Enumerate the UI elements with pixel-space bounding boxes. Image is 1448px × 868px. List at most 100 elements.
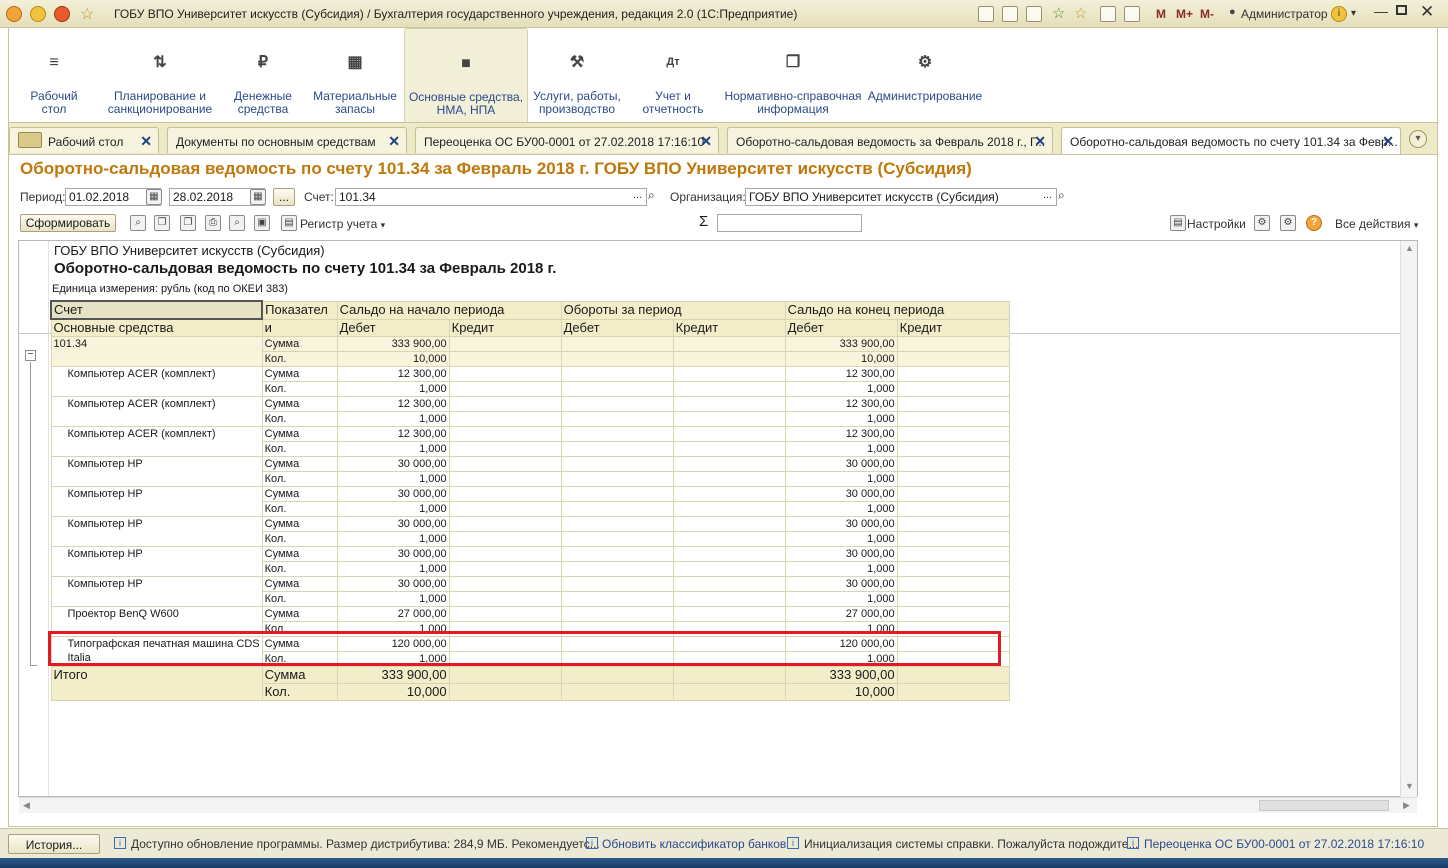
close-tab-icon[interactable]: ✕ (1034, 133, 1046, 150)
section-inventory[interactable]: ▦ Материальные запасы (309, 28, 401, 122)
tab-revaluation[interactable]: Переоценка ОС БУ00-0001 от 27.02.2018 17… (415, 127, 719, 153)
closing-credit (896, 471, 1010, 487)
tab-label: Документы по основным средствам (176, 135, 376, 149)
settings-button[interactable]: Настройки (1187, 217, 1246, 231)
menu-icon: ≡ (49, 54, 59, 71)
section-fixed-assets[interactable]: ■ Основные средства, НМА, НПА (404, 28, 528, 122)
opening-debit: 12 300,00 (336, 366, 450, 382)
turnover-debit (560, 546, 674, 562)
favorite-star-icon[interactable]: ☆ (80, 4, 94, 24)
calendar-icon[interactable]: ▦ (250, 189, 266, 205)
calendar-icon[interactable] (1124, 6, 1140, 22)
all-actions-dropdown[interactable]: Все действия ▾ (1335, 217, 1418, 231)
tab-account-trial-balance[interactable]: Оборотно-сальдовая ведомость по счету 10… (1061, 127, 1401, 155)
indicator-sum: Сумма (261, 666, 338, 684)
section-label: Рабочий стол (30, 89, 78, 116)
section-admin[interactable]: ⚙ Администрирование (867, 28, 983, 122)
table-row[interactable]: Компьютер HP Сумма 30 000,00 30 000,00 (50, 486, 1010, 517)
load-settings-icon[interactable]: ⚙ (1254, 215, 1270, 231)
maximize-icon[interactable] (1396, 5, 1407, 15)
tab-desktop[interactable]: Рабочий стол ✕ (9, 127, 159, 153)
register-dropdown[interactable]: Регистр учета ▾ (300, 217, 385, 231)
section-services[interactable]: ⚒ Услуги, работы, производство (529, 28, 625, 122)
copy-icon[interactable]: ❐ (154, 215, 170, 231)
table-row[interactable]: Компьютер HP Сумма 30 000,00 30 000,00 (50, 456, 1010, 487)
expand-icon[interactable]: ❐ (180, 215, 196, 231)
save-icon[interactable]: ▣ (254, 215, 270, 231)
account-select-icon[interactable]: ... (633, 189, 642, 201)
help-icon[interactable]: ? (1306, 215, 1322, 231)
collapse-group-icon[interactable]: − (25, 350, 36, 361)
scroll-left-icon[interactable]: ◀ (23, 800, 30, 811)
history-icon[interactable] (54, 6, 70, 22)
header-credit: Кредит (896, 318, 1010, 337)
organization-input[interactable]: ГОБУ ВПО Университет искусств (Субсидия) (745, 188, 1057, 206)
close-tab-icon[interactable]: ✕ (700, 133, 712, 150)
section-accounting[interactable]: Дт Учет и отчетность (637, 28, 709, 122)
closing-debit: 1,000 (784, 381, 898, 397)
period-select-button[interactable]: ... (273, 188, 295, 206)
account-input[interactable]: 101.34 (335, 188, 647, 206)
scroll-up-icon[interactable]: ▲ (1405, 243, 1414, 253)
table-row[interactable]: Проектор BenQ W600 Сумма 27 000,00 27 000,0… (50, 606, 1010, 637)
menu-dropdown-icon[interactable] (30, 6, 46, 22)
tab-trial-balance[interactable]: Оборотно-сальдовая ведомость за Февраль … (727, 127, 1053, 153)
app-logo-icon[interactable] (6, 6, 22, 22)
history-button[interactable]: История... (8, 834, 100, 854)
close-window-icon[interactable]: ✕ (1420, 2, 1434, 22)
turnover-debit (560, 516, 674, 532)
closing-debit: 10,000 (784, 351, 898, 367)
table-row[interactable]: Компьютер HP Сумма 30 000,00 30 000,00 (50, 516, 1010, 547)
section-reference[interactable]: ❐ Нормативно-справочная информация (723, 28, 863, 122)
status-banks-link[interactable]: Обновить классификатор банков (602, 837, 786, 851)
print-icon[interactable]: ⎙ (205, 215, 221, 231)
memory-minus-button[interactable]: M- (1200, 7, 1214, 21)
table-row[interactable]: Компьютер ACER (комплект) Сумма 12 300,00 1… (50, 426, 1010, 457)
history-list-icon[interactable] (1100, 6, 1116, 22)
search-icon[interactable]: ⌕ (1058, 188, 1072, 206)
tabs-menu-icon[interactable]: ▾ (1409, 130, 1427, 148)
scroll-thumb[interactable] (1259, 800, 1389, 811)
register-icon[interactable]: ▤ (281, 215, 297, 231)
section-planning[interactable]: ⇅ Планирование и санкционирование (105, 28, 215, 122)
section-desktop[interactable]: ≡ Рабочий стол (19, 28, 89, 122)
info-icon[interactable]: i (1331, 6, 1347, 22)
status-help-message[interactable]: Инициализация системы справки. Пожалуйст… (804, 837, 1138, 851)
save-settings-icon[interactable]: ⚙ (1280, 215, 1296, 231)
find-icon[interactable]: ⌕ (130, 215, 146, 231)
scroll-down-icon[interactable]: ▼ (1405, 781, 1414, 791)
user-name[interactable]: Администратор (1241, 7, 1328, 21)
status-update-message[interactable]: Доступно обновление программы. Размер ди… (131, 837, 600, 851)
favorites-icon[interactable]: ☆ (1074, 4, 1087, 22)
save-icon[interactable] (978, 6, 994, 22)
table-row[interactable]: Компьютер ACER (комплект) Сумма 12 300,00 1… (50, 366, 1010, 397)
preview-icon[interactable]: ⌕ (229, 215, 245, 231)
scroll-right-icon[interactable]: ▶ (1403, 800, 1410, 811)
close-tab-icon[interactable]: ✕ (388, 133, 400, 150)
memory-m-button[interactable]: M (1156, 7, 1166, 21)
minimize-icon[interactable]: — (1374, 3, 1388, 19)
generate-button[interactable]: Сформировать (20, 214, 116, 232)
search-icon[interactable]: ⌕ (648, 188, 662, 206)
add-favorite-icon[interactable]: ☆ (1052, 4, 1065, 22)
memory-plus-button[interactable]: M+ (1176, 7, 1193, 21)
status-revaluation-link[interactable]: Переоценка ОС БУ00-0001 от 27.02.2018 17… (1144, 837, 1424, 851)
close-tab-icon[interactable]: ✕ (140, 133, 152, 150)
info-dropdown-icon[interactable]: ▾ (1351, 8, 1356, 19)
opening-credit (448, 576, 562, 592)
vertical-scrollbar[interactable]: ▲ ▼ (1400, 241, 1417, 797)
report-document[interactable]: − ГОБУ ВПО Университет искусств (Субсиди… (18, 240, 1418, 797)
close-tab-icon[interactable]: ✕ (1382, 133, 1394, 150)
calendar-icon[interactable]: ▦ (146, 189, 162, 205)
organization-select-icon[interactable]: ... (1043, 189, 1052, 201)
table-row[interactable]: Компьютер HP Сумма 30 000,00 30 000,00 (50, 576, 1010, 607)
print-icon[interactable] (1002, 6, 1018, 22)
table-row[interactable]: Компьютер ACER (комплект) Сумма 12 300,00 1… (50, 396, 1010, 427)
horizontal-scrollbar[interactable]: ◀ ▶ (19, 797, 1417, 813)
table-row[interactable]: Компьютер HP Сумма 30 000,00 30 000,00 (50, 546, 1010, 577)
tab-fixed-asset-docs[interactable]: Документы по основным средствам ✕ (167, 127, 407, 153)
preview-icon[interactable] (1026, 6, 1042, 22)
section-cash[interactable]: ₽ Денежные средства (225, 28, 301, 122)
table-row[interactable]: 101.34 Сумма 333 900,00 333 900,00 (50, 336, 1010, 367)
settings-icon[interactable]: ▤ (1170, 215, 1186, 231)
